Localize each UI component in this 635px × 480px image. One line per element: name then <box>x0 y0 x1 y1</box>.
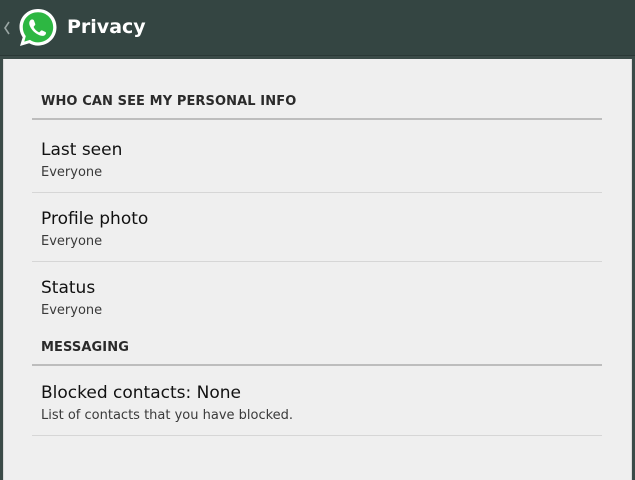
preferences-list: WHO CAN SEE MY PERSONAL INFO Last seen E… <box>3 59 632 480</box>
section-header-label: WHO CAN SEE MY PERSONAL INFO <box>41 94 297 109</box>
pref-title: Status <box>41 278 96 298</box>
pref-profile-photo[interactable]: Profile photo Everyone <box>32 193 602 262</box>
section-header-personal-info: WHO CAN SEE MY PERSONAL INFO <box>32 94 602 120</box>
chevron-left-icon <box>4 21 10 35</box>
pref-summary: Everyone <box>41 303 103 318</box>
pref-last-seen[interactable]: Last seen Everyone <box>32 124 602 193</box>
pref-title: Profile photo <box>41 209 149 229</box>
action-bar: Privacy <box>0 0 635 56</box>
pref-summary: Everyone <box>41 165 103 180</box>
pref-summary: List of contacts that you have blocked. <box>41 408 294 423</box>
pref-title: Blocked contacts: None <box>41 383 241 403</box>
pref-status[interactable]: Status Everyone <box>32 262 602 331</box>
page-title: Privacy <box>67 16 146 38</box>
privacy-screen: Privacy WHO CAN SEE MY PERSONAL INFO Las… <box>0 0 635 480</box>
section-header-label: MESSAGING <box>41 340 129 355</box>
pref-summary: Everyone <box>41 234 103 249</box>
section-header-messaging: MESSAGING <box>32 340 602 366</box>
pref-title: Last seen <box>41 140 123 160</box>
up-navigation-button[interactable] <box>0 0 62 56</box>
pref-blocked-contacts[interactable]: Blocked contacts: None List of contacts … <box>32 367 602 436</box>
whatsapp-logo-icon <box>19 9 57 46</box>
